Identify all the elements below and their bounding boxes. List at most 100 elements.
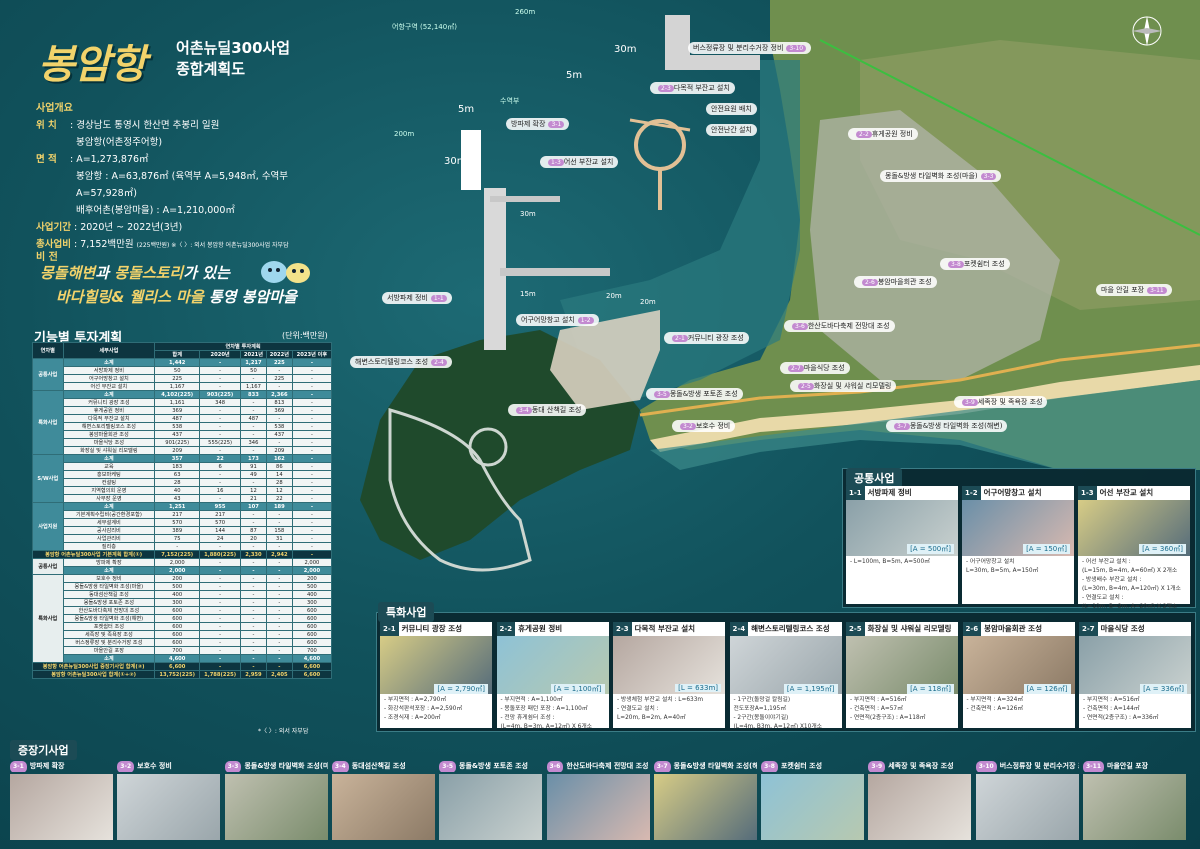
table-row: 봉암마을회관 조성 437- -437-	[33, 430, 333, 439]
table-cell: 225	[265, 358, 293, 367]
table-cell: 봉암마을회관 조성	[62, 430, 156, 439]
table-cell: -	[199, 470, 241, 479]
table-cell: 50	[154, 366, 201, 375]
card-title: 2-1 커뮤니티 광장 조성	[380, 622, 492, 636]
table-row: 화장실 및 샤워실 리모델링 209- -209-	[33, 446, 333, 455]
card-details: - 어구어망창고 설치 L=30m, B=5m, A=150㎡	[966, 559, 1039, 574]
table-cell: -	[240, 630, 267, 639]
table-cell: 555(225)	[199, 438, 241, 447]
table-cell: -	[291, 446, 333, 455]
table-cell: 서방파제 정비	[62, 366, 156, 375]
table-cell: -	[199, 574, 241, 583]
card-details: - 부지면적 : A=516㎡ - 건축면적 : A=57㎡ - 연면적(2층구조)…	[850, 697, 926, 721]
card-details: - 부지면적 : A=516㎡ - 건축면적 : A=144㎡ - 연면적(2층구조…	[1083, 697, 1159, 721]
table-cell: 14	[265, 470, 293, 479]
table-cell: -	[199, 358, 241, 367]
table-cell: 홍보마케팅	[62, 470, 156, 479]
vision-heading: 비 전	[36, 252, 58, 263]
card-area: [A = 2,790㎡]	[434, 684, 488, 694]
table-cell: 217	[199, 510, 241, 519]
table-cell: 357	[154, 454, 201, 463]
longterm-project-card: 3-1 방파제 확장	[10, 760, 113, 840]
table-cell: -	[265, 622, 293, 631]
dim-label: 200m	[394, 130, 415, 138]
table-cell: 600	[154, 630, 201, 639]
special-project-card: 2-3 다목적 부잔교 설치 [L = 633m] - 방생체험 부잔교 설치 :…	[613, 622, 725, 728]
card-photo	[1083, 774, 1186, 840]
table-cell: -	[199, 566, 241, 575]
table-cell: -	[240, 622, 267, 631]
map-label: 2-1 커뮤니티 광장 조성	[664, 332, 749, 344]
table-cell: 901(225)	[154, 438, 201, 447]
page-subtitle: 어촌뉴딜300사업 종합계획도	[176, 39, 291, 78]
card-photo	[975, 774, 1079, 840]
table-cell: -	[291, 430, 333, 439]
table-cell: 소계	[62, 454, 156, 463]
table-cell: 700	[154, 646, 201, 655]
table-cell: -	[265, 414, 293, 423]
table-cell: 커뮤니티 광장 조성	[62, 398, 156, 407]
table-cell: 2,330	[240, 550, 267, 559]
map-label: 2-5 화장실 및 샤워실 리모델링	[790, 380, 897, 392]
card-photo	[117, 774, 221, 840]
table-cell: 12	[265, 486, 293, 495]
table-row: 소계 2,000- - -2,000	[33, 566, 333, 575]
table-total-row: 봉암항 어촌뉴딜300사업 합계(①+②) 13,752(225) 1,788(22…	[31, 670, 333, 679]
table-cell: -	[291, 486, 333, 495]
card-photo	[761, 774, 865, 840]
table-cell: 소계	[62, 654, 156, 663]
card-photo	[546, 774, 650, 840]
table-cell: 40	[154, 486, 201, 495]
table-cell: -	[240, 374, 267, 383]
table-cell: 1,442	[154, 358, 201, 367]
table-cell: -	[265, 662, 293, 671]
table-cell: 질리층	[62, 542, 156, 551]
table-cell: 1,880(225)	[199, 550, 241, 559]
table-cell: 538	[265, 422, 293, 431]
card-title: 2-2 휴게공원 정비	[496, 622, 609, 636]
card-area: [A = 360㎡]	[1139, 544, 1186, 554]
table-cell: 4,102(225)	[154, 390, 201, 399]
table-cell: -	[199, 430, 241, 439]
table-cell: 107	[240, 502, 267, 511]
col-header: 합계	[154, 350, 201, 359]
table-row: 특화사업 소계 4,102(225) 903(225) 833 2,366-	[32, 390, 333, 455]
card-title: 3-6 한산도바다축제 전망대 조성	[546, 760, 650, 772]
invest-unit: (단위:백만원)	[282, 331, 328, 340]
table-cell: -	[199, 654, 241, 663]
table-cell: 동대섬산책길 조성	[62, 590, 156, 599]
table-cell: 몽돌&방생 타일벽화 조성(마을)	[62, 582, 156, 591]
table-cell: -	[265, 558, 293, 567]
table-cell: 28	[265, 478, 293, 487]
table-category: 공통사업	[32, 558, 64, 575]
table-row: 사업관리비 75 24 20 31-	[33, 534, 333, 543]
table-cell: -	[240, 398, 267, 407]
table-cell: -	[291, 494, 333, 503]
table-cell: 몽돌&방생 포토존 조성	[62, 598, 156, 607]
table-cell: 20	[240, 534, 267, 543]
table-cell: 2,942	[265, 550, 293, 559]
map-label: 안전요원 배치	[706, 103, 757, 115]
dim-label: 260m	[515, 8, 536, 16]
card-title: 2-5 화장실 및 샤워실 리모델링	[846, 622, 958, 636]
table-cell: 437	[154, 430, 201, 439]
table-cell: -	[240, 566, 267, 575]
table-cell: 다목적 부잔교 설치	[62, 414, 156, 423]
card-photo	[868, 774, 972, 840]
card-details: - L=100m, B=5m, A=500㎡	[850, 559, 930, 565]
table-cell: -	[265, 590, 293, 599]
map-label: 1-3 어선 부잔교 설치	[540, 156, 619, 168]
table-cell: 휴게공원 정비	[62, 406, 156, 415]
table-cell: -	[240, 590, 267, 599]
dim-label: 5m	[458, 104, 475, 115]
table-cell: 24	[199, 534, 241, 543]
common-project-card: 1-1 서방파제 정비 [A = 500㎡] - L=100m, B=5m, A=…	[846, 486, 958, 604]
table-cell: 보호수 정비	[62, 574, 156, 583]
table-cell: 소계	[62, 566, 156, 575]
table-cell: -	[240, 422, 267, 431]
table-cell: 12	[240, 486, 267, 495]
map-label: 서방파제 정비 1-1	[382, 292, 452, 304]
table-cell: -	[240, 598, 267, 607]
common-project-card: 1-2 어구어망창고 설치 [A = 150㎡] - 어구어망창고 설치 L=30…	[962, 486, 1074, 604]
table-cell: -	[240, 614, 267, 623]
